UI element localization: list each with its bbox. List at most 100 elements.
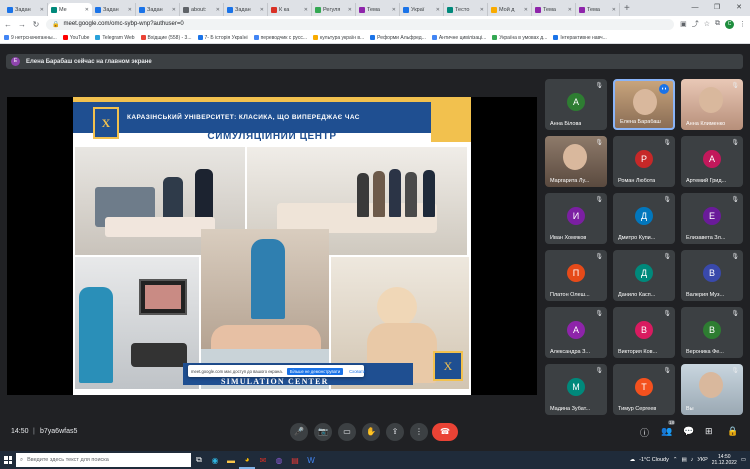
participant-tile[interactable]: Т Тимур Сергеев 🎙 [613, 364, 675, 415]
tab-close-icon[interactable]: ✕ [436, 7, 440, 13]
browser-tab[interactable]: Тема ✕ [576, 3, 620, 16]
bookmark-item[interactable]: 7- Б історія Україні [197, 35, 248, 41]
bookmark-item[interactable]: 9 нетрсначиганны... [4, 35, 57, 41]
bookmark-item[interactable]: культура україн в... [313, 35, 364, 41]
bookmark-item[interactable]: YouTube [62, 35, 89, 41]
browser-tab[interactable]: Тема ✕ [532, 3, 576, 16]
participant-tile[interactable]: Д Дмитро Купи... 🎙 [613, 193, 675, 244]
mic-button[interactable]: 🎤 [290, 423, 308, 441]
tab-close-icon[interactable]: ✕ [260, 7, 264, 13]
participant-tile[interactable]: Е Елизавета Зл... 🎙 [681, 193, 743, 244]
captions-button[interactable]: ▭ [338, 423, 356, 441]
tab-close-icon[interactable]: ✕ [216, 7, 220, 13]
file-explorer-icon[interactable]: ▬ [223, 451, 239, 469]
bookmark-item[interactable]: Вхідщие (558) - 3... [140, 35, 192, 41]
participant-tile[interactable]: И Иван Хомяков 🎙 [545, 193, 607, 244]
browser-tab[interactable]: Задан ✕ [92, 3, 136, 16]
browser-tab[interactable]: Задан ✕ [4, 3, 48, 16]
bookmark-item[interactable]: Telegram Web [95, 35, 135, 41]
bookmark-item[interactable]: Інтерактивне навч... [553, 35, 607, 41]
tab-close-icon[interactable]: ✕ [128, 7, 132, 13]
more-options-button[interactable]: ⋮ [410, 423, 428, 441]
participant-tile[interactable]: М Мадина Зубат... 🎙 [545, 364, 607, 415]
chat-icon[interactable]: 💬 [683, 426, 694, 437]
tab-close-icon[interactable]: ✕ [172, 7, 176, 13]
tab-close-icon[interactable]: ✕ [304, 7, 308, 13]
participant-tile[interactable]: А Анна Білова 🎙 [545, 79, 607, 130]
browser-tab[interactable]: Тесто ✕ [444, 3, 488, 16]
browser-tab[interactable]: К ка ✕ [268, 3, 312, 16]
chrome-icon[interactable]: ◕ [239, 451, 255, 469]
participant-tile[interactable]: В Валерия Муз... 🎙 [681, 250, 743, 301]
tab-close-icon[interactable]: ✕ [524, 7, 528, 13]
present-button[interactable]: ⇪ [386, 423, 404, 441]
browser-tab[interactable]: Украї ✕ [400, 3, 444, 16]
profile-avatar[interactable]: C [725, 19, 734, 29]
participant-tile[interactable]: В Вероника Фе... 🎙 [681, 307, 743, 358]
browser-tab[interactable]: Задан ✕ [224, 3, 268, 16]
mail-icon[interactable]: ✉ [255, 451, 271, 469]
participant-tile[interactable]: Анна Клименко 🎙 [681, 79, 743, 130]
host-controls-icon[interactable]: 🔒 [727, 426, 738, 437]
bookmark-item[interactable]: переводчик с русс... [253, 35, 307, 41]
camera-button[interactable]: 📷 [314, 423, 332, 441]
browser-tab[interactable]: Регуля ✕ [312, 3, 356, 16]
language-indicator[interactable]: УКР [697, 457, 707, 463]
participant-tile[interactable]: А Артемий Грид... 🎙 [681, 136, 743, 187]
bookmark-star-icon[interactable]: ☆ [704, 20, 710, 28]
tab-close-icon[interactable]: ✕ [85, 7, 89, 13]
new-tab-button[interactable]: + [620, 3, 634, 16]
word-icon[interactable]: W [303, 451, 319, 469]
hide-popup-button[interactable]: Сховати [347, 368, 367, 375]
taskbar-search[interactable]: ⌕ Введите здесь текст для поиска [16, 453, 191, 467]
stop-sharing-button[interactable]: Більше не демонструвати [286, 367, 344, 375]
tab-close-icon[interactable]: ✕ [480, 7, 484, 13]
tab-close-icon[interactable]: ✕ [348, 7, 352, 13]
viber-icon[interactable]: ◍ [271, 451, 287, 469]
participant-tile[interactable]: П Платон Олеш... 🎙 [545, 250, 607, 301]
reload-icon[interactable]: ↻ [32, 20, 40, 29]
minimize-icon[interactable]: — [684, 0, 706, 16]
bookmark-item[interactable]: Реформи Альфред... [370, 35, 426, 41]
browser-tab[interactable]: Me ✕ [48, 3, 92, 16]
participant-tile[interactable]: Маргарита Лу... 🎙 [545, 136, 607, 187]
task-view-icon[interactable]: ⧉ [191, 451, 207, 469]
participant-tile[interactable]: В Виктория Ков... 🎙 [613, 307, 675, 358]
browser-tab[interactable]: Мой д ✕ [488, 3, 532, 16]
participant-tile[interactable]: Р Роман Любота 🎙 [613, 136, 675, 187]
participant-tile[interactable]: Елена Барабаш ◖◗ [613, 79, 675, 130]
back-icon[interactable]: ← [4, 20, 12, 29]
maximize-icon[interactable]: ❐ [706, 0, 728, 16]
tab-close-icon[interactable]: ✕ [568, 7, 572, 13]
close-icon[interactable]: ✕ [728, 0, 750, 16]
tab-close-icon[interactable]: ✕ [392, 7, 396, 13]
participant-tile[interactable]: Д Данило Касп... 🎙 [613, 250, 675, 301]
browser-tab[interactable]: Задан ✕ [136, 3, 180, 16]
extensions-icon[interactable]: ⧉ [715, 20, 720, 28]
bookmark-item[interactable]: Україна в умовах д... [492, 35, 547, 41]
tray-arrow-icon[interactable]: ⌃ [673, 457, 678, 463]
leave-call-button[interactable]: ☎ [432, 423, 458, 441]
browser-tab[interactable]: about: ✕ [180, 3, 224, 16]
browser-tab[interactable]: Тема ✕ [356, 3, 400, 16]
menu-icon[interactable]: ⋮ [739, 20, 746, 28]
tab-close-icon[interactable]: ✕ [612, 7, 616, 13]
edge-icon[interactable]: ◉ [207, 451, 223, 469]
pdf-icon[interactable]: ▤ [287, 451, 303, 469]
start-button[interactable] [0, 451, 16, 469]
participant-tile[interactable]: Вы 🎙 [681, 364, 743, 415]
url-input[interactable]: 🔒 meet.google.com/omc-sybp-wnp?authuser=… [46, 18, 675, 30]
network-icon[interactable]: ▤ [681, 457, 686, 463]
camera-indicator-icon[interactable]: ▣ [680, 20, 687, 28]
notifications-icon[interactable]: ▭ [741, 457, 746, 463]
volume-icon[interactable]: ♪ [691, 457, 694, 463]
participant-tile[interactable]: А Александра З... 🎙 [545, 307, 607, 358]
taskbar-clock[interactable]: 14:50 21.12.2022 [712, 454, 737, 466]
share-icon[interactable]: ⤴ [692, 19, 699, 29]
activities-icon[interactable]: ⊞ [705, 426, 713, 437]
meeting-info-icon[interactable]: ⓘ [640, 426, 649, 439]
forward-icon[interactable]: → [18, 20, 26, 29]
bookmark-item[interactable]: Античне цивілізаці... [431, 35, 486, 41]
people-icon[interactable]: 👥 [661, 426, 672, 437]
raise-hand-button[interactable]: ✋ [362, 423, 380, 441]
